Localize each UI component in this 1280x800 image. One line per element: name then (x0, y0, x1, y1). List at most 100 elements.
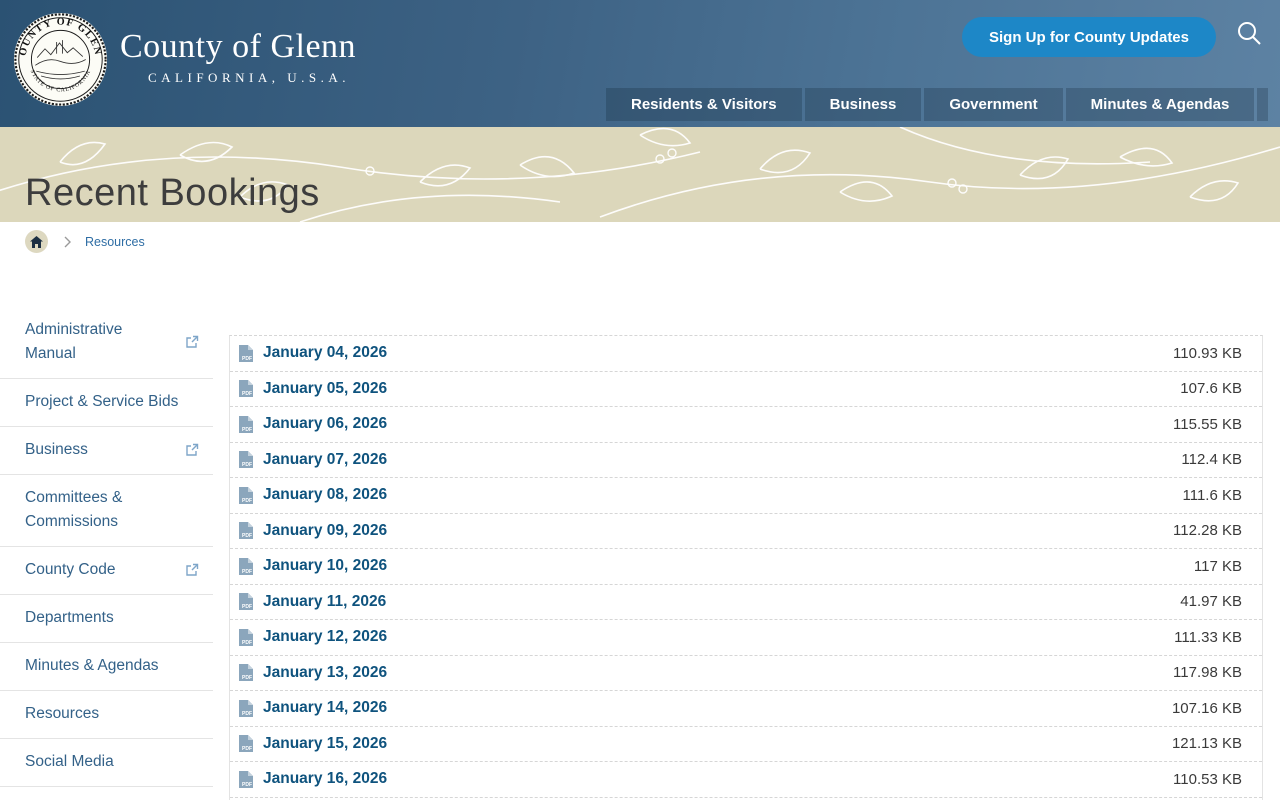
tab-business[interactable]: Business (804, 88, 922, 121)
file-size: 111.33 KB (1174, 628, 1242, 646)
sidebar-item-project-service-bids[interactable]: Project & Service Bids (0, 379, 213, 427)
file-row: PDF January 08, 2026 111.6 KB (230, 478, 1262, 514)
file-row: PDF January 05, 2026 107.6 KB (230, 372, 1262, 407)
file-link[interactable]: January 06, 2026 (263, 415, 387, 433)
pdf-file-icon: PDF (239, 770, 253, 788)
file-link[interactable]: January 15, 2026 (263, 735, 387, 753)
file-row: PDF January 16, 2026 110.53 KB (230, 762, 1262, 798)
main-nav: Residents & Visitors Business Government Mi… (606, 88, 1269, 121)
file-size: 41.97 KB (1180, 593, 1242, 611)
file-row: PDF January 09, 2026 112.28 KB (230, 514, 1262, 549)
file-size: 121.13 KB (1171, 735, 1242, 753)
file-list: PDF January 04, 2026 110.93 KB PDF Janua… (229, 335, 1263, 800)
file-link[interactable]: January 05, 2026 (263, 380, 387, 398)
signup-updates-button[interactable]: Sign Up for County Updates (962, 17, 1216, 57)
svg-text:PDF: PDF (242, 356, 252, 362)
pdf-file-icon: PDF (239, 486, 253, 504)
sidebar-item-resources[interactable]: Resources (0, 691, 213, 739)
sidebar-item-label: Committees & Commissions (25, 489, 123, 530)
external-link-icon (186, 563, 199, 576)
svg-text:PDF: PDF (242, 427, 252, 433)
svg-text:PDF: PDF (242, 782, 252, 788)
tab-government[interactable]: Government (924, 88, 1063, 121)
file-link[interactable]: January 12, 2026 (263, 628, 387, 646)
sidebar-item-label: Resources (25, 705, 100, 722)
file-link[interactable]: January 07, 2026 (263, 451, 387, 469)
sidebar-item-committees-commissions[interactable]: Committees & Commissions (0, 475, 213, 547)
pdf-file-icon: PDF (239, 593, 253, 611)
file-link[interactable]: January 09, 2026 (263, 522, 387, 540)
sidebar-item-label: Business (25, 441, 88, 458)
pdf-file-icon: PDF (239, 664, 253, 682)
file-row: PDF January 07, 2026 112.4 KB (230, 443, 1262, 478)
file-link[interactable]: January 11, 2026 (263, 593, 386, 611)
site-title: County of Glenn (120, 28, 357, 65)
file-size: 117 KB (1193, 557, 1242, 575)
pdf-file-icon: PDF (239, 699, 253, 717)
file-size: 115.55 KB (1173, 415, 1242, 433)
file-row: PDF January 13, 2026 117.98 KB (230, 656, 1262, 691)
chevron-right-icon (64, 236, 71, 247)
site-subtitle: CALIFORNIA, U.S.A. (148, 70, 350, 85)
external-link-icon (186, 443, 199, 456)
file-size: 112.28 KB (1173, 522, 1242, 540)
search-button[interactable] (1234, 19, 1264, 49)
file-size: 110.53 KB (1173, 770, 1242, 788)
file-size: 111.6 KB (1182, 486, 1243, 504)
pdf-file-icon: PDF (239, 451, 253, 469)
file-link[interactable]: January 13, 2026 (263, 664, 387, 682)
file-link[interactable]: January 14, 2026 (263, 699, 387, 717)
search-icon (1238, 22, 1261, 45)
svg-text:PDF: PDF (242, 533, 252, 539)
svg-text:PDF: PDF (242, 391, 252, 397)
file-size: 117.98 KB (1173, 664, 1242, 682)
file-row: PDF January 11, 2026 41.97 KB (230, 585, 1262, 620)
file-size: 112.4 KB (1181, 451, 1242, 469)
sidebar-item-label: Project & Service Bids (25, 393, 179, 410)
page: COUNTY OF GLENN STATE OF CALIFORNIA Coun… (0, 0, 1280, 800)
sidebar-item-label: County Code (25, 561, 116, 578)
sidebar-item-business[interactable]: Business (0, 427, 213, 475)
tab-minutes-agendas[interactable]: Minutes & Agendas (1065, 88, 1255, 121)
county-seal-logo[interactable]: COUNTY OF GLENN STATE OF CALIFORNIA (12, 11, 109, 108)
home-icon (30, 235, 43, 248)
svg-text:PDF: PDF (242, 640, 252, 646)
file-link[interactable]: January 10, 2026 (263, 557, 387, 575)
svg-text:PDF: PDF (242, 675, 252, 681)
file-link[interactable]: January 16, 2026 (263, 770, 387, 788)
pdf-file-icon: PDF (239, 735, 253, 753)
pdf-file-icon: PDF (239, 415, 253, 433)
external-link-icon (186, 335, 199, 348)
file-row: PDF January 14, 2026 107.16 KB (230, 691, 1262, 727)
file-row: PDF January 10, 2026 117 KB (230, 549, 1262, 585)
file-link[interactable]: January 04, 2026 (263, 344, 387, 362)
tab-residents-visitors[interactable]: Residents & Visitors (606, 88, 802, 121)
svg-text:PDF: PDF (242, 498, 252, 504)
file-link[interactable]: January 08, 2026 (263, 486, 387, 504)
svg-text:PDF: PDF (242, 462, 252, 468)
svg-text:PDF: PDF (242, 711, 252, 717)
tab-partial[interactable] (1257, 88, 1269, 121)
svg-text:PDF: PDF (242, 746, 252, 752)
sidebar-item-departments[interactable]: Departments (0, 595, 213, 643)
sidebar-item-county-code[interactable]: County Code (0, 547, 213, 595)
file-row: PDF January 04, 2026 110.93 KB (230, 336, 1262, 372)
file-row: PDF January 12, 2026 111.33 KB (230, 620, 1262, 656)
file-size: 107.16 KB (1171, 699, 1242, 717)
site-brand[interactable]: County of Glenn CALIFORNIA, U.S.A. (120, 28, 356, 86)
sidebar-item-minutes-agendas[interactable]: Minutes & Agendas (0, 643, 213, 691)
file-row: PDF January 15, 2026 121.13 KB (230, 727, 1262, 762)
pdf-file-icon: PDF (239, 522, 253, 540)
site-header: COUNTY OF GLENN STATE OF CALIFORNIA Coun… (0, 0, 1280, 127)
sidebar-item-social-media[interactable]: Social Media (0, 739, 213, 787)
sidebar-item-label: Minutes & Agendas (25, 657, 159, 674)
pdf-file-icon: PDF (239, 557, 253, 575)
sidebar-item-label: Departments (25, 609, 114, 626)
sidebar-item-residents-visitors[interactable]: Residents & Visitors (0, 787, 213, 800)
file-size: 107.6 KB (1180, 380, 1242, 398)
breadcrumb-current[interactable]: Resources (85, 235, 145, 249)
svg-text:PDF: PDF (242, 604, 252, 610)
breadcrumb-home-button[interactable] (25, 230, 48, 253)
sidebar-item-administrative-manual[interactable]: Administrative Manual (0, 307, 213, 379)
pdf-file-icon: PDF (239, 344, 253, 362)
